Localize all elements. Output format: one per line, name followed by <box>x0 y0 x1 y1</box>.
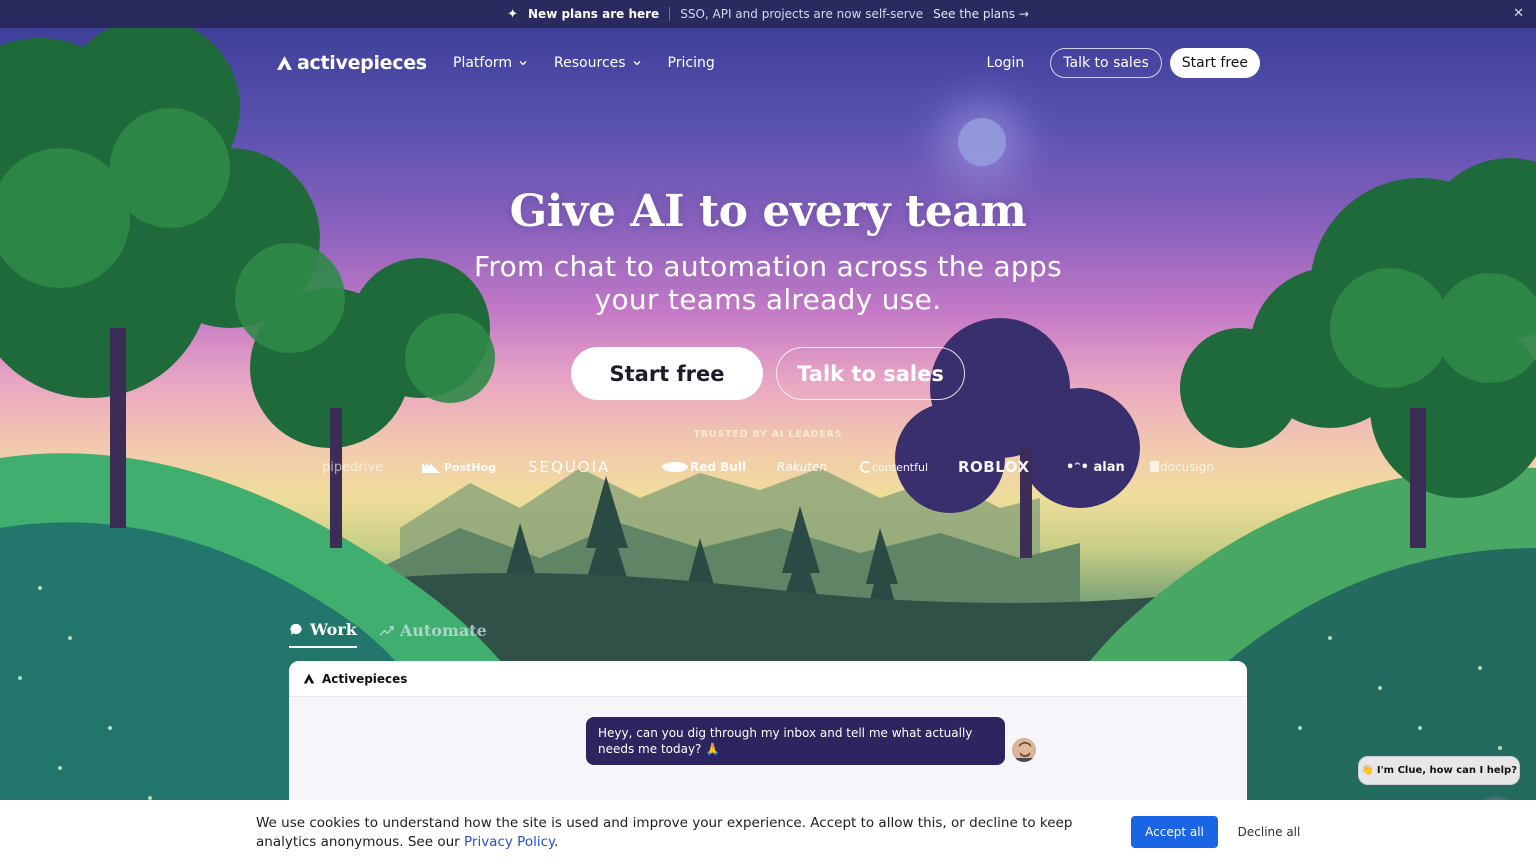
tab-automate-label: Automate <box>399 621 487 640</box>
nav-resources[interactable]: Resources <box>554 55 642 71</box>
mode-tabs: Work Automate <box>289 620 487 648</box>
chat-preview-card: Activepieces Heyy, can you dig through m… <box>289 661 1247 821</box>
announcement-headline: New plans are here <box>528 7 660 21</box>
customer-logos: pipedrive PostHog SEQUOIA Red Bull Rakut… <box>322 456 1222 478</box>
close-icon[interactable]: ✕ <box>1513 6 1524 21</box>
trend-icon <box>379 626 394 636</box>
posthog-logo: PostHog <box>422 456 496 478</box>
contentful-text: contentful <box>872 460 929 474</box>
cookie-message: We use cookies to understand how the sit… <box>256 815 1073 850</box>
hero-talk-to-sales-button[interactable]: Talk to sales <box>776 347 965 400</box>
chat-bubble-icon <box>290 623 302 636</box>
tab-automate[interactable]: Automate <box>379 620 487 648</box>
chevron-down-icon <box>519 61 527 66</box>
redbull-logo: Red Bull <box>660 456 746 478</box>
nav-resources-label: Resources <box>554 55 626 71</box>
avatar <box>1011 737 1037 763</box>
docusign-text: docusign <box>1160 460 1214 474</box>
redbull-text: Red Bull <box>690 460 747 474</box>
login-link[interactable]: Login <box>969 55 1043 71</box>
alan-text: alan <box>1093 459 1125 475</box>
cookie-text: We use cookies to understand how the sit… <box>256 814 1116 852</box>
nav-pricing[interactable]: Pricing <box>668 55 715 71</box>
hero-start-free-button[interactable]: Start free <box>571 347 763 400</box>
talk-to-sales-button[interactable]: Talk to sales <box>1050 48 1162 78</box>
trusted-label: TRUSTED BY AI LEADERS <box>693 429 843 440</box>
privacy-policy-link[interactable]: Privacy Policy <box>464 834 554 850</box>
tab-work-label: Work <box>310 620 357 639</box>
roblox-logo: ROBLOX <box>958 458 1030 476</box>
sparkle-icon: ✦ <box>507 6 519 22</box>
announcement-divider <box>669 7 671 21</box>
card-header: Activepieces <box>289 661 1247 697</box>
card-app-name: Activepieces <box>322 671 408 686</box>
brand-logo[interactable]: activepieces <box>276 52 427 74</box>
posthog-text: PostHog <box>444 460 497 474</box>
user-message: Heyy, can you dig through my inbox and t… <box>586 717 1005 765</box>
tab-work[interactable]: Work <box>289 620 357 648</box>
alan-icon: •ᵔ• <box>1066 459 1094 475</box>
nav-platform[interactable]: Platform <box>453 55 528 71</box>
hero-title: Give AI to every team <box>509 186 1027 237</box>
alan-logo: •ᵔ• alan <box>1066 456 1125 478</box>
see-plans-link[interactable]: See the plans → <box>933 7 1029 21</box>
user-avatar-icon <box>1012 738 1036 762</box>
activepieces-logo-icon <box>277 55 292 70</box>
docusign-logo: docusign <box>1150 456 1214 478</box>
rakuten-logo: Rakuten <box>777 460 827 474</box>
activepieces-logo-icon <box>303 673 315 683</box>
start-free-button[interactable]: Start free <box>1169 48 1260 78</box>
posthog-icon <box>422 463 440 473</box>
assistant-prompt[interactable]: 👋 I'm Clue, how can I help? <box>1358 756 1520 785</box>
nav-platform-label: Platform <box>453 55 513 71</box>
announcement-text: SSO, API and projects are now self-serve <box>680 7 924 21</box>
bull-icon <box>662 462 688 472</box>
announcement-bar: ✦ New plans are here SSO, API and projec… <box>0 0 1536 28</box>
cookie-banner: We use cookies to understand how the sit… <box>0 800 1536 864</box>
cookie-period: . <box>554 834 559 850</box>
accept-all-button[interactable]: Accept all <box>1131 816 1218 848</box>
sequoia-logo: SEQUOIA <box>528 458 611 476</box>
contentful-logo: contentful <box>860 456 928 478</box>
decline-all-button[interactable]: Decline all <box>1226 816 1312 848</box>
hero-subtitle: From chat to automation across the apps … <box>474 250 1062 316</box>
brand-name: activepieces <box>297 52 427 74</box>
top-nav: activepieces Platform Resources Pricing … <box>0 28 1536 100</box>
chevron-down-icon <box>633 61 641 66</box>
docusign-icon <box>1150 461 1159 472</box>
contentful-icon <box>860 461 870 473</box>
pipedrive-logo: pipedrive <box>322 459 384 475</box>
